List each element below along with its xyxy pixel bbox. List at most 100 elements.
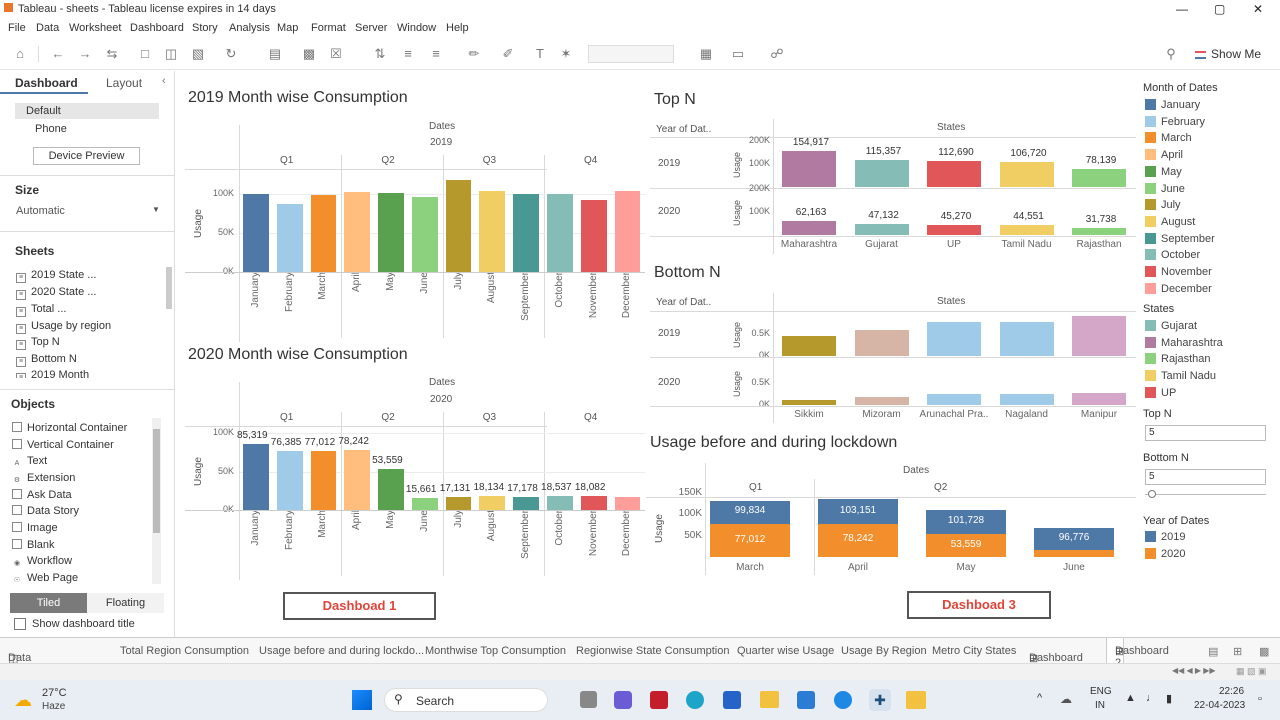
tab-sheet[interactable]: Monthwise Top Consumption [425,645,566,657]
bottom-n-input[interactable]: 5 [1145,469,1266,485]
bar-may[interactable] [378,468,404,510]
bar-arunachalpra[interactable] [927,394,981,405]
clock-time[interactable]: 22:26 [1219,686,1244,697]
tab-sheet[interactable]: Metro City States [932,645,1016,657]
bar-june[interactable] [411,196,438,272]
bar-december[interactable] [614,496,641,510]
months-legend-item[interactable]: November [1145,266,1212,278]
states-legend-item[interactable]: Tamil Nadu [1145,370,1216,382]
bottom-n-slider-track[interactable] [1145,494,1266,495]
objects-scrollbar-thumb[interactable] [153,429,160,533]
lockdown-chart[interactable]: Q1 Q2 Usage 150K 100K 50K 99,834 77,012 March 103… [646,463,1136,577]
weather-icon[interactable]: ☁ [14,690,32,711]
presentation-icon[interactable]: ▭ [730,46,746,62]
object-item[interactable]: Horizontal Container [12,422,127,434]
months-legend-item[interactable]: September [1145,232,1215,245]
object-item[interactable]: A Text [12,455,48,470]
bar-april[interactable] [344,191,371,272]
bar-tamilnadu[interactable] [999,162,1054,187]
swap-icon[interactable]: ⇅ [372,46,388,62]
bar-up[interactable] [927,161,981,187]
bar-up[interactable] [927,224,981,235]
bar-september[interactable] [513,496,540,510]
tiled-button[interactable]: Tiled [10,593,87,613]
bar-august[interactable] [479,191,506,272]
windows-start-icon[interactable] [352,690,372,710]
bar-nagaland[interactable] [999,394,1054,405]
chevron-down-icon[interactable]: ▼ [152,205,160,214]
show-cards-icon[interactable]: ▦ [698,46,714,62]
bar-2020-june[interactable] [1034,550,1114,557]
store-icon[interactable] [723,691,741,709]
bar-march[interactable] [310,450,337,510]
tab-sheet[interactable]: Usage before and during lockdo... [259,645,424,657]
bar-july[interactable] [445,496,472,510]
bar-december[interactable] [614,191,641,272]
object-item[interactable]: Blank [12,539,55,551]
pin-icon[interactable]: ✶ [558,46,574,62]
chart-2019-month-wise[interactable]: Q1 Q2 Q3 Q4 100K 50K 0K Usage January February Mar… [185,119,646,342]
bar-june[interactable] [411,497,438,510]
months-legend-item[interactable]: August [1145,215,1195,228]
new-dashboard-tab-icon[interactable]: ⊞ [1233,645,1242,658]
highlight-icon[interactable]: ✏ [466,46,482,62]
menu-file[interactable]: File [8,22,26,34]
bar-august[interactable] [479,496,506,510]
collapse-panel-icon[interactable]: ‹ [162,75,166,87]
bar-arunachalpra[interactable] [927,321,981,356]
new-story-tab-icon[interactable]: ▩ [1259,645,1269,658]
bar-gujarat[interactable] [854,224,909,235]
maximize-icon[interactable]: ▢ [1214,2,1225,16]
clock-date[interactable]: 22-04-2023 [1194,700,1245,711]
bar-january[interactable] [243,194,269,272]
clear-sheet-icon[interactable]: ☒ [328,46,344,62]
tableau-taskbar-icon[interactable]: ✚ [869,689,891,711]
tray-chevron-icon[interactable]: ^ [1037,692,1042,704]
file-explorer-icon[interactable] [760,691,779,708]
object-item[interactable]: Vertical Container [12,439,114,451]
size-dropdown[interactable]: Automatic [16,205,65,217]
new-worksheet-tab-icon[interactable]: ▤ [1208,645,1218,658]
bar-sikkim[interactable] [782,336,836,356]
menu-server[interactable]: Server [355,22,387,34]
bar-gujarat[interactable] [854,160,909,187]
menu-dashboard[interactable]: Dashboard [130,22,184,34]
folder-icon[interactable] [906,691,926,709]
bar-tamilnadu[interactable] [999,224,1054,235]
close-icon[interactable]: ✕ [1253,2,1263,16]
bar-february[interactable] [276,451,303,510]
states-legend-item[interactable]: Maharashtra [1145,336,1223,349]
replay-icon[interactable]: ⇆ [104,46,120,62]
volume-icon[interactable]: ♩ [1146,692,1157,704]
months-legend-item[interactable]: March [1145,132,1192,144]
bar-rajasthan[interactable] [1072,169,1126,187]
fit-dropdown[interactable] [588,45,674,63]
duplicate-icon[interactable]: ▩ [301,46,317,62]
sheet-item[interactable]: ≡ Bottom N [16,353,77,367]
menu-analysis[interactable]: Analysis [229,22,270,34]
menu-worksheet[interactable]: Worksheet [69,22,121,34]
notifications-icon[interactable]: ▫ [1258,693,1262,705]
object-item[interactable]: ⚙ Extension [12,472,75,487]
tab-navigation-icon[interactable]: ◀◀ ◀ ▶ ▶▶ [1172,666,1216,675]
help-app-icon[interactable] [834,691,852,709]
bar-manipur[interactable] [1072,392,1126,405]
menu-help[interactable]: Help [446,22,469,34]
dashboard-1-button[interactable]: Dashboad 1 [283,592,436,620]
tab-layout[interactable]: Layout [106,76,142,90]
show-title-checkbox[interactable] [14,618,26,630]
tab-sheet[interactable]: Regionwise State Consumption [576,645,729,657]
bar-maharashtra[interactable] [782,220,836,235]
tab-dashboard-2-active[interactable]: ⊞ Dashboard 2 [1106,638,1169,669]
bar-april[interactable] [344,449,371,510]
sheet-item[interactable]: ≡ Usage by region [16,320,111,334]
pin-icon[interactable]: ⚲ [1163,46,1179,62]
edge-icon[interactable] [686,691,704,709]
home-icon[interactable]: ⌂ [12,46,28,62]
bar-september[interactable] [513,193,540,272]
minimize-icon[interactable]: — [1176,2,1188,16]
wifi-icon[interactable]: ▲ [1125,692,1136,704]
sort-ascending-icon[interactable]: ≡ [400,46,416,62]
taskbar-search[interactable] [384,688,548,712]
bar-manipur[interactable] [1072,316,1126,356]
